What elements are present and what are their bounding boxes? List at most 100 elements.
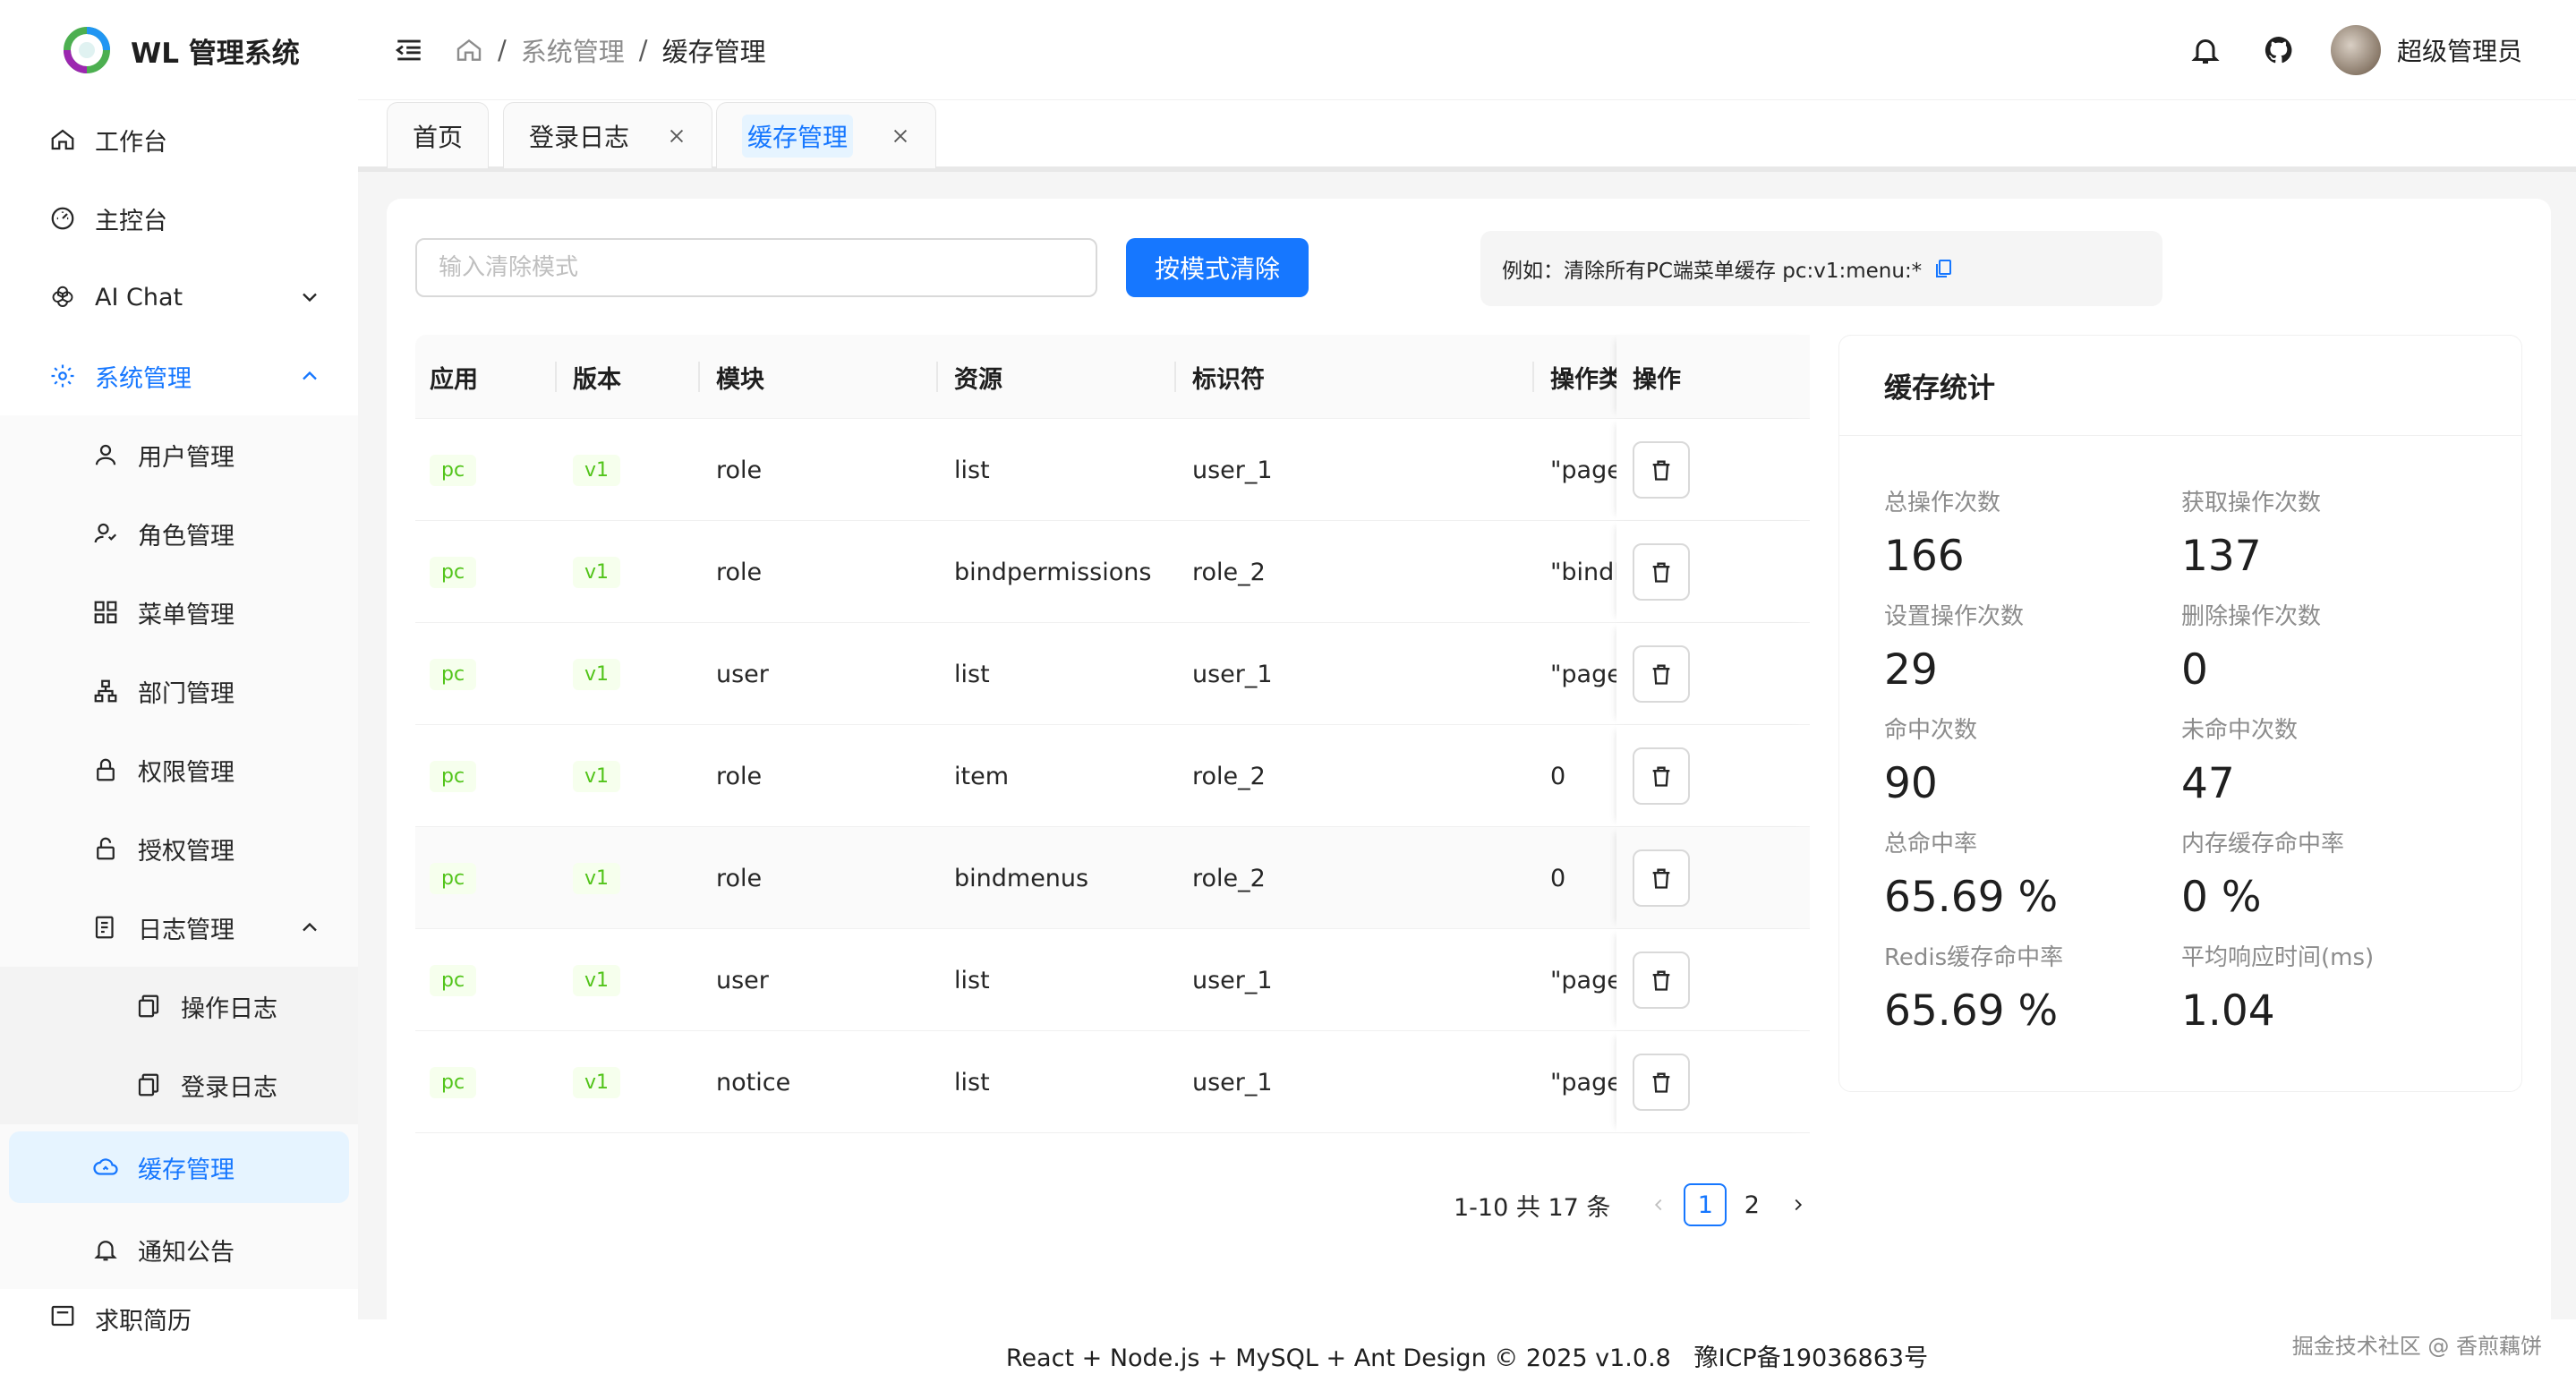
menu-fold-icon[interactable] (394, 35, 424, 65)
avatar[interactable] (2330, 25, 2381, 75)
sidebar-item-login-log[interactable]: 登录日志 (0, 1045, 358, 1124)
role-icon (91, 519, 120, 548)
sidebar-item-departments[interactable]: 部门管理 (0, 652, 358, 730)
cell-text: user (716, 966, 769, 994)
cell-text: role (716, 456, 763, 484)
cell-text: bindpermissions (954, 558, 1152, 586)
column-header: 操作类 (1550, 365, 1616, 394)
breadcrumb: / 系统管理 / 缓存管理 (455, 31, 766, 69)
sidebar-item-label: 角色管理 (138, 522, 235, 550)
footer-text: React + Node.js + MySQL + Ant Design © 2… (1005, 1344, 1929, 1372)
breadcrumb-item[interactable]: 系统管理 (521, 31, 625, 69)
stat-value: 137 (2181, 532, 2262, 581)
column-divider (1174, 362, 1176, 392)
sidebar-item-ai-chat[interactable]: AI Chat (0, 258, 358, 337)
delete-button[interactable] (1633, 952, 1690, 1009)
column-header: 模块 (716, 365, 764, 394)
table-cell-id: user_1 (1192, 1031, 1273, 1133)
op-header-cell: 操作 (1616, 335, 1810, 418)
table-cell-op: "page (1550, 419, 1616, 521)
dashboard-icon (48, 204, 77, 233)
bell-icon[interactable] (2189, 34, 2222, 66)
header-actions: 超级管理员 (2148, 0, 2522, 100)
tag-app: pc (430, 862, 477, 894)
stat-item: 获取操作次数 137 (2181, 484, 2321, 581)
chevron-left-icon (1655, 1199, 1662, 1211)
sidebar-item-dashboard[interactable]: 主控台 (0, 179, 358, 258)
sidebar-item-cache[interactable]: 缓存管理 (9, 1131, 349, 1203)
table-row: pc v1 notice list user_1 "page (415, 1031, 1810, 1133)
top-header: / 系统管理 / 缓存管理 超级管理员 (358, 0, 2576, 100)
system-submenu: 用户管理 角色管理 菜单管理 部门管理 权限管理 授权管理 日志管理 操作日志 … (0, 415, 358, 1289)
sidebar-item-system[interactable]: 系统管理 (0, 337, 358, 415)
tab-login-log[interactable]: 登录日志 (503, 102, 713, 168)
cell-text: bindmenus (954, 864, 1089, 892)
breadcrumb-separator: / (638, 34, 648, 65)
sidebar-item-operation-log[interactable]: 操作日志 (0, 967, 358, 1045)
delete-button[interactable] (1633, 645, 1690, 703)
prev-page-button[interactable] (1637, 1183, 1680, 1226)
cell-text: role (716, 864, 763, 892)
tab-label: 首页 (413, 122, 464, 152)
copy-icon[interactable] (1932, 257, 1954, 280)
delete-button[interactable] (1633, 543, 1690, 601)
table-cell-app: pc (430, 419, 477, 521)
clear-by-pattern-button[interactable]: 按模式清除 (1126, 238, 1309, 297)
cache-table: 应用 版本 模块 资源 标识符 操作类 操作 pc v1 role list user_… (415, 335, 1810, 1133)
cell-text: role_2 (1192, 864, 1266, 892)
sidebar-item-users[interactable]: 用户管理 (0, 415, 358, 494)
table-cell-resource: list (954, 419, 990, 521)
sidebar-item-label: 授权管理 (138, 837, 235, 866)
column-divider (1532, 362, 1534, 392)
op-cell (1616, 1031, 1810, 1132)
close-icon[interactable] (667, 126, 687, 146)
trash-icon (1652, 970, 1670, 991)
sidebar-item-label: 系统管理 (95, 364, 192, 393)
cell-text: role_2 (1192, 558, 1266, 586)
stat-item: 删除操作次数 0 (2181, 598, 2321, 695)
tag-version: v1 (573, 556, 621, 588)
page-button-1[interactable]: 1 (1684, 1183, 1727, 1226)
sidebar-item-roles[interactable]: 角色管理 (0, 494, 358, 573)
tag-app: pc (430, 454, 477, 486)
pagination-total: 1-10 共 17 条 (1454, 1193, 1611, 1222)
tag-app: pc (430, 556, 477, 588)
sidebar-item-label: 求职简历 (95, 1308, 192, 1336)
delete-button[interactable] (1633, 849, 1690, 907)
table-cell-op: 0 (1550, 827, 1616, 929)
close-icon[interactable] (891, 126, 910, 146)
table-cell-op: "page (1550, 1031, 1616, 1133)
sidebar-item-menus[interactable]: 菜单管理 (0, 573, 358, 652)
table-cell-module: notice (716, 1031, 790, 1133)
home-icon[interactable] (455, 36, 483, 64)
next-page-button[interactable] (1777, 1183, 1820, 1226)
column-header: 资源 (954, 365, 1002, 394)
sidebar-item-authorization[interactable]: 授权管理 (0, 809, 358, 888)
sidebar-item-workbench[interactable]: 工作台 (0, 100, 358, 179)
delete-button[interactable] (1633, 441, 1690, 499)
table-cell-resource: list (954, 623, 990, 725)
sidebar-item-notice[interactable]: 通知公告 (0, 1210, 358, 1289)
table-cell-version: v1 (573, 419, 621, 521)
username[interactable]: 超级管理员 (2397, 32, 2522, 68)
delete-button[interactable] (1633, 747, 1690, 805)
table-cell-version: v1 (573, 827, 621, 929)
op-cell (1616, 725, 1810, 826)
stat-label: 命中次数 (1884, 717, 1978, 744)
pattern-input[interactable] (415, 238, 1097, 297)
tab-home[interactable]: 首页 (387, 102, 490, 168)
sidebar-item-permissions[interactable]: 权限管理 (0, 730, 358, 809)
delete-button[interactable] (1633, 1054, 1690, 1111)
github-icon[interactable] (2263, 34, 2295, 66)
page-button-2[interactable]: 2 (1730, 1183, 1773, 1226)
sidebar-item-label: 日志管理 (138, 916, 235, 944)
sidebar-item-logs[interactable]: 日志管理 (0, 888, 358, 967)
stat-item: 总操作次数 166 (1884, 484, 2000, 581)
sidebar-item-label: 用户管理 (138, 443, 235, 472)
stat-value: 65.69 % (1884, 986, 2059, 1036)
gear-icon (48, 362, 77, 390)
sidebar-item-resume[interactable]: 求职简历 (0, 1289, 358, 1343)
chevron-up-icon (303, 371, 317, 380)
chevron-right-icon (1795, 1199, 1803, 1211)
tab-cache[interactable]: 缓存管理 (716, 102, 937, 168)
